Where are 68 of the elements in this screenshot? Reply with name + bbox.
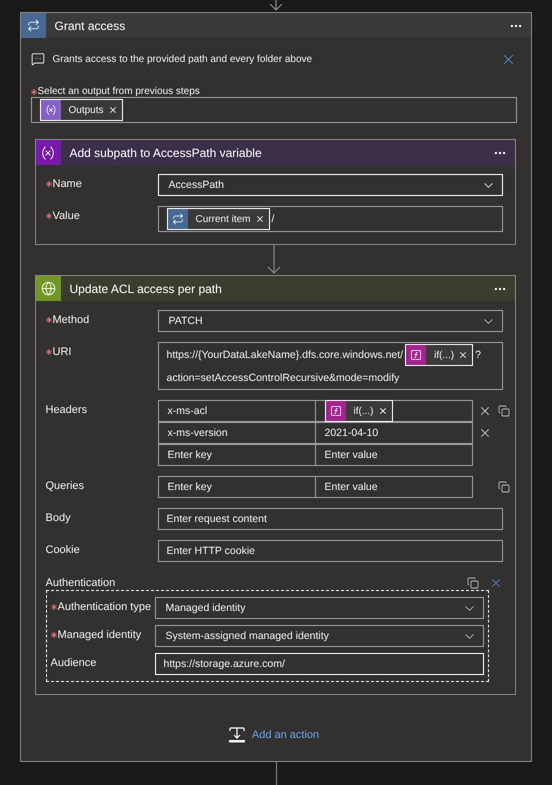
field-label: Cookie — [46, 544, 80, 556]
field-text: / — [272, 212, 274, 227]
required-icon — [46, 349, 52, 355]
text-field[interactable]: Enter HTTP cookie — [158, 540, 502, 562]
function-icon — [330, 405, 342, 417]
required-icon — [46, 317, 52, 323]
token-chip[interactable]: if(...) — [324, 400, 392, 422]
add-action-icon[interactable] — [228, 727, 246, 743]
field-label: Select an output from previous steps — [38, 86, 200, 97]
text-field[interactable]: https://storage.azure.com/ — [154, 653, 484, 675]
required-icon — [50, 632, 56, 638]
field-label: Value — [52, 210, 80, 222]
value-field[interactable]: Enter value — [314, 476, 472, 498]
field-label: Authentication type — [58, 601, 152, 613]
field-label: Name — [52, 178, 82, 190]
value-cell[interactable]: 2021-04-10 — [314, 422, 472, 444]
value-field[interactable]: Enter value — [314, 444, 472, 466]
comment-icon — [30, 52, 44, 66]
required-icon — [30, 88, 36, 94]
dropdown[interactable]: System-assigned managed identity — [154, 625, 484, 647]
dropdown[interactable]: AccessPath — [158, 174, 502, 196]
loop-icon — [172, 213, 184, 225]
field-text: https://{YourDataLakeName}.dfs.core.windows.net/ — [166, 348, 404, 363]
add-action-link[interactable]: Add an action — [252, 729, 320, 741]
text-mode-icon[interactable] — [498, 405, 510, 417]
value-cell[interactable]: if(...) — [314, 400, 472, 422]
text-mode-icon[interactable] — [498, 481, 510, 493]
field-text: ? — [475, 348, 481, 363]
required-icon — [46, 213, 52, 219]
key-field[interactable]: Enter key — [158, 476, 316, 498]
loop-icon — [26, 19, 40, 32]
key-cell[interactable]: x-ms-acl — [158, 400, 316, 422]
action-header[interactable]: Update ACL access per path — [36, 276, 514, 301]
field-label: Method — [52, 314, 90, 326]
remove-icon[interactable] — [378, 406, 388, 416]
field-text: 2021-04-10 — [324, 427, 378, 439]
variable-icon — [40, 144, 56, 160]
token-chip[interactable]: Outputs — [40, 99, 123, 121]
field-label: Queries — [46, 480, 84, 492]
dropdown[interactable]: Managed identity — [154, 597, 484, 619]
text-mode-icon[interactable] — [466, 577, 478, 589]
token-field[interactable]: Current item / — [158, 206, 502, 232]
remove-icon[interactable] — [458, 350, 468, 360]
field-text: action=setAccessControlRecursive&mode=modify — [166, 371, 400, 386]
token-chip[interactable]: if(...) — [405, 344, 474, 366]
field-label: URI — [52, 346, 72, 358]
remove-icon[interactable] — [108, 105, 118, 115]
key-cell[interactable]: x-ms-version — [158, 422, 316, 444]
token-field[interactable]: Outputs — [30, 97, 516, 123]
variable-icon — [44, 104, 56, 116]
field-label: Headers — [46, 404, 88, 416]
required-icon — [46, 181, 52, 187]
dropdown[interactable]: PATCH — [158, 310, 502, 332]
key-field[interactable]: Enter key — [158, 444, 316, 466]
token-chip[interactable]: Current item — [166, 208, 270, 230]
token-field[interactable]: https://{YourDataLakeName}.dfs.core.windows.net/ if(...) ? action=setAccessControlRecursive&mode=modify — [158, 342, 502, 390]
remove-icon[interactable] — [254, 214, 265, 224]
scope-header[interactable]: Grant access — [20, 13, 530, 38]
field-label: Audience — [50, 657, 96, 669]
field-label: Authentication — [46, 577, 116, 589]
function-icon — [410, 349, 422, 361]
field-label: Body — [46, 512, 71, 524]
action-header[interactable]: Add subpath to AccessPath variable — [36, 140, 514, 165]
text-field[interactable]: Enter request content — [158, 508, 502, 530]
comment-text: Grants access to the provided path and every folder above — [52, 54, 314, 64]
field-label: Managed identity — [58, 629, 142, 641]
required-icon — [50, 604, 56, 610]
globe-icon — [40, 281, 56, 296]
